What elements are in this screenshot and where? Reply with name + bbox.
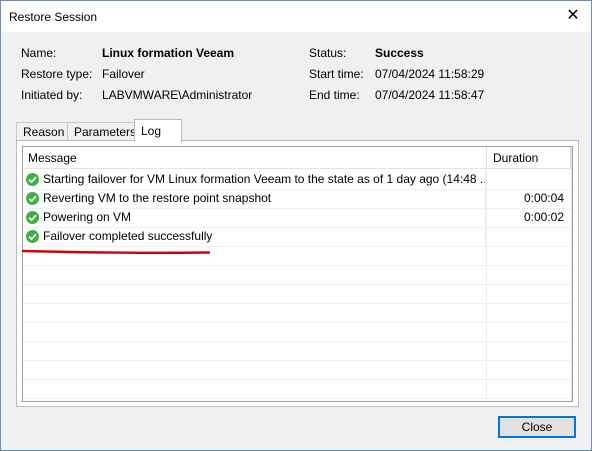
name-label: Name:	[21, 46, 57, 60]
start-time-value: 07/04/2024 11:58:29	[375, 67, 485, 81]
tab-log[interactable]: Log	[134, 119, 183, 142]
empty-row	[23, 303, 572, 323]
log-duration: 0:00:04	[523, 191, 564, 205]
log-message: Reverting VM to the restore point snapsh…	[43, 191, 272, 205]
message-column-header[interactable]: Message	[23, 147, 487, 169]
annotation-underline	[22, 249, 210, 254]
status-value: Success	[375, 46, 424, 60]
restore-type-label: Restore type:	[21, 67, 93, 81]
column-divider	[486, 169, 487, 401]
tab-parameters[interactable]: Parameters	[67, 122, 144, 141]
initiated-by-label: Initiated by:	[21, 88, 83, 102]
end-time-value: 07/04/2024 11:58:47	[375, 88, 485, 102]
success-check-icon	[26, 230, 39, 243]
restore-type-value: Failover	[102, 67, 145, 81]
status-label: Status:	[309, 46, 347, 60]
log-duration	[486, 227, 572, 246]
log-grid[interactable]: Message Duration Starting failover for V…	[22, 146, 573, 402]
name-value: Linux formation Veeam	[102, 46, 235, 60]
empty-row	[23, 265, 572, 285]
start-time-label: Start time:	[309, 67, 364, 81]
empty-row	[23, 379, 572, 399]
log-message: Starting failover for VM Linux formation…	[43, 172, 486, 186]
log-duration: 0:00:02	[523, 210, 564, 224]
empty-row	[23, 341, 572, 361]
close-button[interactable]: Close	[498, 416, 576, 438]
log-row[interactable]: Starting failover for VM Linux formation…	[23, 170, 572, 190]
success-check-icon	[26, 211, 39, 224]
column-divider	[571, 147, 572, 401]
log-row[interactable]: Failover completed successfully	[23, 227, 572, 247]
log-row[interactable]: Reverting VM to the restore point snapsh…	[23, 189, 572, 209]
end-time-label: End time:	[309, 88, 360, 102]
title-bar: Restore Session ✕	[1, 1, 591, 32]
log-tab-panel: Message Duration Starting failover for V…	[16, 140, 579, 407]
initiated-by-value: LABVMWARE\Administrator	[102, 88, 253, 102]
duration-column-header[interactable]: Duration	[487, 147, 571, 169]
tab-reason[interactable]: Reason	[16, 122, 72, 141]
empty-row	[23, 360, 572, 380]
success-check-icon	[26, 173, 39, 186]
log-message: Failover completed successfully	[43, 229, 213, 243]
close-icon[interactable]: ✕	[561, 5, 585, 27]
window-title: Restore Session	[9, 10, 98, 24]
empty-row	[23, 284, 572, 304]
log-duration	[486, 170, 572, 189]
restore-session-dialog: Restore Session ✕ Name: Linux formation …	[0, 0, 592, 451]
success-check-icon	[26, 192, 39, 205]
log-row[interactable]: Powering on VM 0:00:02	[23, 208, 572, 228]
log-message: Powering on VM	[43, 210, 132, 224]
empty-row	[23, 322, 572, 342]
